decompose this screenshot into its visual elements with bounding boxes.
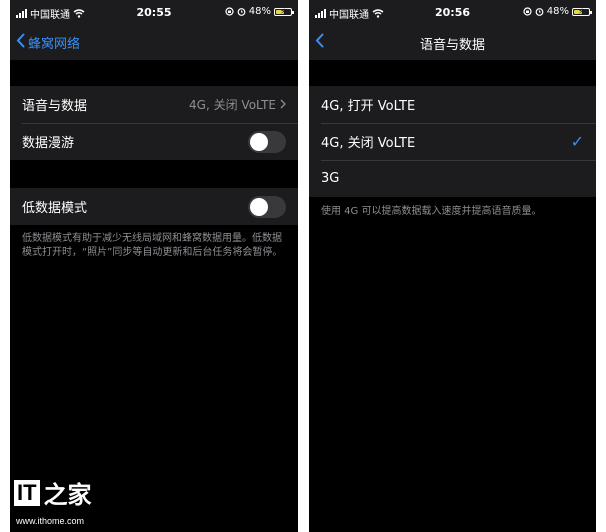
chevron-left-icon — [16, 33, 25, 52]
status-bar: 中国联通 20:56 48% ⚡ — [309, 0, 596, 24]
status-bar: 中国联通 20:55 48% ⚡ — [10, 0, 298, 24]
low-data-row: 低数据模式 — [10, 188, 298, 225]
option-label: 4G, 打开 VoLTE — [321, 99, 416, 114]
voice-data-label: 语音与数据 — [22, 99, 88, 114]
voice-data-value: 4G, 关闭 VoLTE — [189, 98, 276, 112]
logo-zh-mark: 之家 — [43, 481, 92, 509]
back-label: 蜂窝网络 — [28, 37, 81, 52]
voice-footnote: 使用 4G 可以提高数据载入速度并提高语音质量。 — [321, 206, 542, 217]
voice-options-group: 4G, 打开 VoLTE 4G, 关闭 VoLTE ✓ 3G — [309, 86, 596, 197]
battery-percent: 48% — [546, 6, 569, 17]
option-4g-volte-off[interactable]: 4G, 关闭 VoLTE ✓ — [309, 123, 596, 160]
voice-roaming-group: 语音与数据 4G, 关闭 VoLTE 数据漫游 — [10, 86, 298, 160]
lock-rotation-icon — [225, 7, 234, 16]
right-screen: 中国联通 20:56 48% ⚡ 语音与数据 4G, 打开 VoLTE 4G, … — [309, 0, 596, 532]
option-label: 3G — [321, 171, 340, 186]
roaming-label: 数据漫游 — [22, 136, 75, 151]
option-3g[interactable]: 3G — [309, 160, 596, 197]
battery-percent: 48% — [248, 6, 271, 17]
alarm-icon — [535, 7, 544, 16]
low-data-label: 低数据模式 — [22, 201, 88, 216]
roaming-row: 数据漫游 — [10, 123, 298, 160]
alarm-icon — [237, 7, 246, 16]
lock-rotation-icon — [523, 7, 532, 16]
checkmark-icon: ✓ — [570, 132, 584, 151]
voice-data-row[interactable]: 语音与数据 4G, 关闭 VoLTE — [10, 86, 298, 123]
chevron-right-icon — [280, 98, 286, 112]
logo-it-mark: IT — [14, 479, 40, 506]
low-data-group: 低数据模式 — [10, 188, 298, 225]
battery-icon: ⚡ — [572, 7, 592, 16]
watermark-site: www.ithome.com — [16, 516, 85, 526]
low-data-toggle[interactable] — [248, 195, 286, 218]
low-data-footnote: 低数据模式有助于减少无线局域网和蜂窝数据用量。低数据模式打开时，“照片”同步等自… — [22, 233, 283, 258]
left-screen: 中国联通 20:55 48% ⚡ 蜂窝网络 语音与数据 4G, 关闭 VoLTE — [10, 0, 298, 532]
battery-icon: ⚡ — [274, 7, 294, 16]
watermark-logo: IT 之家 — [14, 475, 92, 510]
back-button[interactable]: 蜂窝网络 — [16, 33, 80, 52]
option-label: 4G, 关闭 VoLTE — [321, 136, 416, 151]
roaming-toggle[interactable] — [248, 130, 286, 153]
option-4g-volte-on[interactable]: 4G, 打开 VoLTE — [309, 86, 596, 123]
nav-bar: 语音与数据 — [309, 24, 596, 60]
nav-bar: 蜂窝网络 — [10, 24, 298, 60]
page-title: 语音与数据 — [419, 38, 485, 53]
